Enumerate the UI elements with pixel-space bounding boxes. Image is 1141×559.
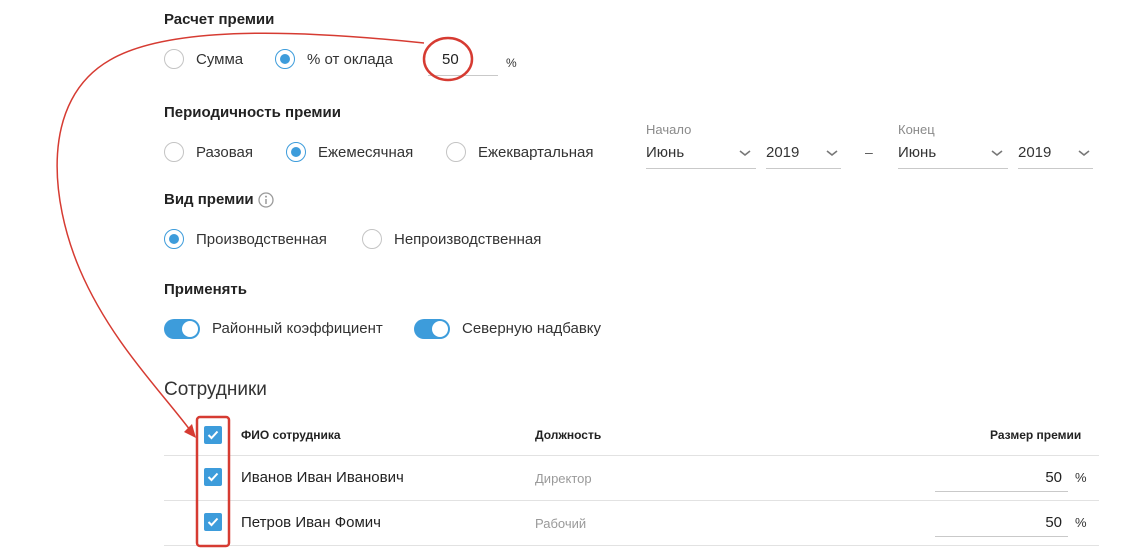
- check-icon: [207, 517, 219, 527]
- column-header-bonus[interactable]: Размер премии: [990, 428, 1081, 442]
- bonus-type-title: Вид премии: [164, 191, 254, 208]
- employee-position: Директор: [535, 471, 592, 486]
- check-icon: [207, 430, 219, 440]
- end-month-select[interactable]: Июнь: [898, 140, 1008, 169]
- chevron-down-icon: [1078, 150, 1090, 157]
- radio-monthly[interactable]: [286, 142, 306, 162]
- radio-sum[interactable]: [164, 49, 184, 69]
- radio-production[interactable]: [164, 229, 184, 249]
- info-icon[interactable]: [258, 192, 274, 208]
- radio-production-label: Производственная: [196, 231, 327, 248]
- radio-one-time-label: Разовая: [196, 144, 253, 161]
- employee-bonus-value: 50: [1045, 469, 1062, 486]
- radio-one-time[interactable]: [164, 142, 184, 162]
- apply-title: Применять: [164, 281, 247, 298]
- bonus-percent-input[interactable]: 50: [428, 48, 498, 76]
- employee-name: Петров Иван Фомич: [241, 514, 381, 531]
- table-divider: [164, 545, 1099, 546]
- start-month-value: Июнь: [646, 144, 685, 161]
- employees-title: Сотрудники: [164, 379, 267, 400]
- period-dash: –: [865, 144, 873, 160]
- radio-non-production[interactable]: [362, 229, 382, 249]
- radio-percent-of-salary[interactable]: [275, 49, 295, 69]
- employee-bonus-input[interactable]: 50: [935, 509, 1068, 537]
- column-header-name[interactable]: ФИО сотрудника: [241, 428, 341, 442]
- table-row[interactable]: Петров Иван Фомич Рабочий 50 %: [164, 501, 1099, 545]
- employee-bonus-value: 50: [1045, 514, 1062, 531]
- bonus-percent-unit: %: [506, 56, 517, 70]
- check-icon: [207, 472, 219, 482]
- start-month-select[interactable]: Июнь: [646, 140, 756, 169]
- periodicity-title: Периодичность премии: [164, 104, 341, 121]
- chevron-down-icon: [826, 150, 838, 157]
- annotation-arrow-head: [184, 424, 196, 438]
- employee-bonus-unit: %: [1075, 470, 1087, 485]
- radio-monthly-label: Ежемесячная: [318, 144, 414, 161]
- toggle-regional-coefficient[interactable]: [164, 319, 200, 339]
- toggle-northern-allowance-label: Северную надбавку: [462, 320, 602, 337]
- start-year-value: 2019: [766, 144, 800, 161]
- bonus-calc-title: Расчет премии: [164, 11, 275, 28]
- column-header-position[interactable]: Должность: [535, 428, 601, 442]
- end-month-value: Июнь: [898, 144, 937, 161]
- start-year-select[interactable]: 2019: [766, 140, 841, 169]
- chevron-down-icon: [991, 150, 1003, 157]
- employee-bonus-input[interactable]: 50: [935, 464, 1068, 492]
- chevron-down-icon: [739, 150, 751, 157]
- radio-quarterly[interactable]: [446, 142, 466, 162]
- employee-bonus-unit: %: [1075, 515, 1087, 530]
- radio-sum-label: Сумма: [196, 51, 244, 68]
- employee-name: Иванов Иван Иванович: [241, 469, 404, 486]
- radio-non-production-label: Непроизводственная: [394, 231, 542, 248]
- table-row[interactable]: Иванов Иван Иванович Директор 50 %: [164, 456, 1099, 500]
- radio-percent-label: % от оклада: [307, 51, 393, 68]
- select-all-checkbox[interactable]: [204, 426, 222, 444]
- end-label: Конец: [898, 122, 935, 137]
- radio-quarterly-label: Ежеквартальная: [478, 144, 594, 161]
- end-year-select[interactable]: 2019: [1018, 140, 1093, 169]
- end-year-value: 2019: [1018, 144, 1052, 161]
- start-label: Начало: [646, 122, 692, 137]
- bonus-percent-value: 50: [442, 51, 459, 68]
- row-checkbox[interactable]: [204, 513, 222, 531]
- row-checkbox[interactable]: [204, 468, 222, 486]
- toggle-regional-coefficient-label: Районный коэффициент: [212, 320, 383, 337]
- employee-position: Рабочий: [535, 516, 587, 531]
- toggle-northern-allowance[interactable]: [414, 319, 450, 339]
